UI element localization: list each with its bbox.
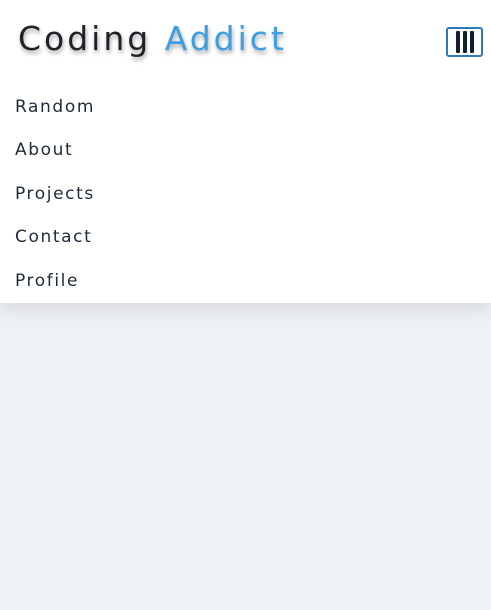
nav-item-contact: Contact bbox=[15, 216, 95, 260]
brand-word-coding: Coding bbox=[18, 19, 152, 58]
nav-link-contact[interactable]: Contact bbox=[15, 227, 92, 247]
nav-item-about: About bbox=[15, 129, 95, 173]
nav-item-random: Random bbox=[15, 85, 95, 129]
nav-links: Random About Projects Contact Profile bbox=[15, 85, 95, 303]
brand-logo[interactable]: Coding Addict bbox=[18, 16, 287, 62]
nav-item-profile: Profile bbox=[15, 259, 95, 303]
nav-item-projects: Projects bbox=[15, 172, 95, 216]
hamburger-menu-icon-bar bbox=[462, 31, 467, 53]
hamburger-menu-icon bbox=[455, 31, 460, 53]
hamburger-menu-icon-bar bbox=[469, 31, 474, 53]
nav-link-profile[interactable]: Profile bbox=[15, 271, 79, 291]
nav-link-projects[interactable]: Projects bbox=[15, 184, 95, 204]
brand-word-addict: Addict bbox=[164, 19, 287, 58]
nav-link-about[interactable]: About bbox=[15, 140, 73, 160]
navbar: Coding Addict Random About Projects Cont… bbox=[0, 0, 491, 303]
menu-toggle-button[interactable] bbox=[446, 27, 483, 57]
nav-link-random[interactable]: Random bbox=[15, 97, 95, 117]
